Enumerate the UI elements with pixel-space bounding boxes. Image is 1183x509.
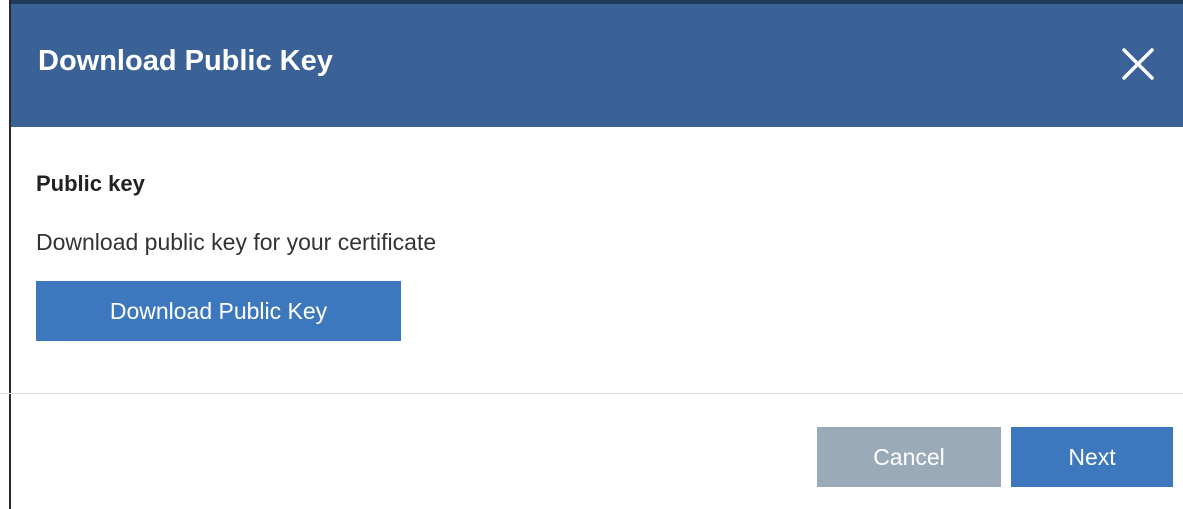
close-icon[interactable] <box>1119 45 1157 83</box>
next-button[interactable]: Next <box>1011 427 1173 487</box>
dialog-footer: Cancel Next <box>11 394 1183 509</box>
section-title: Public key <box>36 171 145 196</box>
cancel-button[interactable]: Cancel <box>817 427 1001 487</box>
dialog-body: Public key Download public key for your … <box>11 127 1183 393</box>
download-public-key-button[interactable]: Download Public Key <box>36 281 401 341</box>
dialog-title: Download Public Key <box>38 45 333 77</box>
dialog-header: Download Public Key <box>11 0 1183 127</box>
description-text: Download public key for your certificate <box>36 229 437 255</box>
download-public-key-dialog: Download Public Key Public key Download … <box>0 0 1183 509</box>
